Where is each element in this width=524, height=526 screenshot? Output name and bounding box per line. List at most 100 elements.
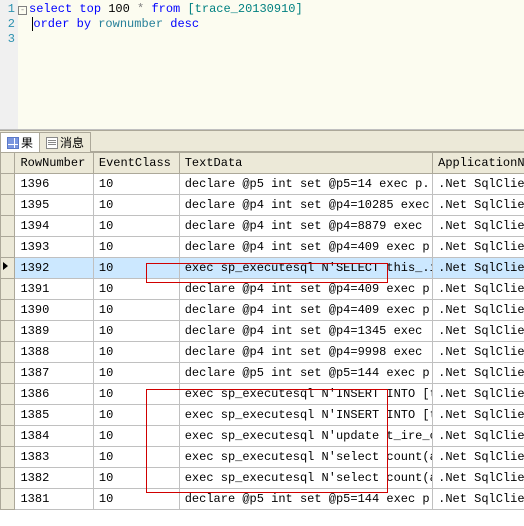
cell-rownumber[interactable]: 1381 <box>15 489 93 510</box>
row-header[interactable] <box>1 258 15 279</box>
cell-eventclass[interactable]: 10 <box>93 342 179 363</box>
cell-appname[interactable]: .Net SqlClient Data P <box>433 216 524 237</box>
cell-appname[interactable]: .Net SqlClient Data P <box>433 426 524 447</box>
row-header[interactable] <box>1 489 15 510</box>
cell-appname[interactable]: .Net SqlClient Data P <box>433 447 524 468</box>
cell-eventclass[interactable]: 10 <box>93 300 179 321</box>
cell-rownumber[interactable]: 1392 <box>15 258 93 279</box>
table-row[interactable]: 138910declare @p4 int set @p4=1345 exec … <box>1 321 524 342</box>
fold-icon[interactable]: - <box>18 6 27 15</box>
cell-rownumber[interactable]: 1386 <box>15 384 93 405</box>
table-row[interactable]: 138610exec sp_executesql N'INSERT INTO [… <box>1 384 524 405</box>
cell-appname[interactable]: .Net SqlClient Data P <box>433 237 524 258</box>
cell-appname[interactable]: .Net SqlClient Data P <box>433 321 524 342</box>
table-row[interactable]: 138410exec sp_executesql N'update t_ire_… <box>1 426 524 447</box>
cell-eventclass[interactable]: 10 <box>93 258 179 279</box>
cell-textdata[interactable]: declare @p5 int set @p5=14 exec p... <box>179 174 432 195</box>
row-header[interactable] <box>1 384 15 405</box>
cell-appname[interactable]: .Net SqlClient Data P <box>433 489 524 510</box>
table-row[interactable]: 139010declare @p4 int set @p4=409 exec p… <box>1 300 524 321</box>
row-header-corner[interactable] <box>1 153 15 174</box>
table-row[interactable]: 138810declare @p4 int set @p4=9998 exec … <box>1 342 524 363</box>
row-header[interactable] <box>1 195 15 216</box>
table-row[interactable]: 138110declare @p5 int set @p5=144 exec p… <box>1 489 524 510</box>
cell-textdata[interactable]: declare @p5 int set @p5=144 exec p... <box>179 363 432 384</box>
cell-appname[interactable]: .Net SqlClient Data P <box>433 195 524 216</box>
row-header[interactable] <box>1 216 15 237</box>
cell-textdata[interactable]: declare @p4 int set @p4=10285 exec... <box>179 195 432 216</box>
cell-textdata[interactable]: exec sp_executesql N'select count(a... <box>179 447 432 468</box>
row-header[interactable] <box>1 321 15 342</box>
cell-eventclass[interactable]: 10 <box>93 426 179 447</box>
cell-rownumber[interactable]: 1388 <box>15 342 93 363</box>
cell-eventclass[interactable]: 10 <box>93 489 179 510</box>
cell-rownumber[interactable]: 1390 <box>15 300 93 321</box>
table-row[interactable]: 139410declare @p4 int set @p4=8879 exec … <box>1 216 524 237</box>
table-row[interactable]: 138210exec sp_executesql N'select count(… <box>1 468 524 489</box>
cell-textdata[interactable]: declare @p4 int set @p4=1345 exec ... <box>179 321 432 342</box>
col-header-eventclass[interactable]: EventClass <box>93 153 179 174</box>
cell-eventclass[interactable]: 10 <box>93 447 179 468</box>
cell-appname[interactable]: .Net SqlClient Data P <box>433 279 524 300</box>
cell-appname[interactable]: .Net SqlClient Data P <box>433 384 524 405</box>
code-line[interactable] <box>18 32 524 47</box>
col-header-appname[interactable]: ApplicationName <box>433 153 524 174</box>
col-header-rownumber[interactable]: RowNumber <box>15 153 93 174</box>
table-row[interactable]: 139110declare @p4 int set @p4=409 exec p… <box>1 279 524 300</box>
cell-rownumber[interactable]: 1394 <box>15 216 93 237</box>
row-header[interactable] <box>1 300 15 321</box>
code-area[interactable]: -select top 100 * from [trace_20130910] … <box>18 0 524 129</box>
code-line[interactable]: order by rownumber desc <box>18 17 524 32</box>
cell-rownumber[interactable]: 1383 <box>15 447 93 468</box>
cell-textdata[interactable]: exec sp_executesql N'SELECT this_.id... <box>179 258 432 279</box>
cell-eventclass[interactable]: 10 <box>93 321 179 342</box>
row-header[interactable] <box>1 426 15 447</box>
cell-textdata[interactable]: declare @p5 int set @p5=144 exec p... <box>179 489 432 510</box>
table-row[interactable]: 138510exec sp_executesql N'INSERT INTO [… <box>1 405 524 426</box>
cell-textdata[interactable]: declare @p4 int set @p4=409 exec p... <box>179 300 432 321</box>
cell-rownumber[interactable]: 1382 <box>15 468 93 489</box>
cell-textdata[interactable]: exec sp_executesql N'INSERT INTO [t_... <box>179 405 432 426</box>
row-header[interactable] <box>1 237 15 258</box>
row-header[interactable] <box>1 468 15 489</box>
cell-eventclass[interactable]: 10 <box>93 216 179 237</box>
cell-rownumber[interactable]: 1387 <box>15 363 93 384</box>
row-header[interactable] <box>1 447 15 468</box>
table-row[interactable]: 139610declare @p5 int set @p5=14 exec p.… <box>1 174 524 195</box>
cell-appname[interactable]: .Net SqlClient Data P <box>433 405 524 426</box>
cell-rownumber[interactable]: 1385 <box>15 405 93 426</box>
cell-rownumber[interactable]: 1391 <box>15 279 93 300</box>
cell-rownumber[interactable]: 1389 <box>15 321 93 342</box>
cell-textdata[interactable]: exec sp_executesql N'select count(a... <box>179 468 432 489</box>
cell-rownumber[interactable]: 1384 <box>15 426 93 447</box>
cell-eventclass[interactable]: 10 <box>93 174 179 195</box>
col-header-textdata[interactable]: TextData <box>179 153 432 174</box>
cell-appname[interactable]: .Net SqlClient Data P <box>433 258 524 279</box>
cell-textdata[interactable]: declare @p4 int set @p4=9998 exec ... <box>179 342 432 363</box>
cell-eventclass[interactable]: 10 <box>93 279 179 300</box>
results-table[interactable]: RowNumber EventClass TextData Applicatio… <box>0 152 524 510</box>
results-grid[interactable]: RowNumber EventClass TextData Applicatio… <box>0 152 524 526</box>
cell-rownumber[interactable]: 1396 <box>15 174 93 195</box>
row-header[interactable] <box>1 279 15 300</box>
cell-textdata[interactable]: declare @p4 int set @p4=409 exec p... <box>179 237 432 258</box>
cell-eventclass[interactable]: 10 <box>93 363 179 384</box>
tab-messages[interactable]: 消息 <box>39 132 91 152</box>
table-row[interactable]: 139310declare @p4 int set @p4=409 exec p… <box>1 237 524 258</box>
table-row[interactable]: 139510declare @p4 int set @p4=10285 exec… <box>1 195 524 216</box>
code-line[interactable]: -select top 100 * from [trace_20130910] <box>18 2 524 17</box>
cell-eventclass[interactable]: 10 <box>93 237 179 258</box>
row-header[interactable] <box>1 405 15 426</box>
cell-eventclass[interactable]: 10 <box>93 384 179 405</box>
tab-results[interactable]: 果 <box>0 132 39 152</box>
cell-rownumber[interactable]: 1395 <box>15 195 93 216</box>
cell-appname[interactable]: .Net SqlClient Data P <box>433 363 524 384</box>
cell-eventclass[interactable]: 10 <box>93 468 179 489</box>
cell-textdata[interactable]: exec sp_executesql N'update t_ire_ca... <box>179 426 432 447</box>
cell-eventclass[interactable]: 10 <box>93 195 179 216</box>
table-row[interactable]: 138710declare @p5 int set @p5=144 exec p… <box>1 363 524 384</box>
cell-appname[interactable]: .Net SqlClient Data P <box>433 174 524 195</box>
table-row[interactable]: 139210exec sp_executesql N'SELECT this_.… <box>1 258 524 279</box>
row-header[interactable] <box>1 174 15 195</box>
cell-textdata[interactable]: declare @p4 int set @p4=409 exec p... <box>179 279 432 300</box>
